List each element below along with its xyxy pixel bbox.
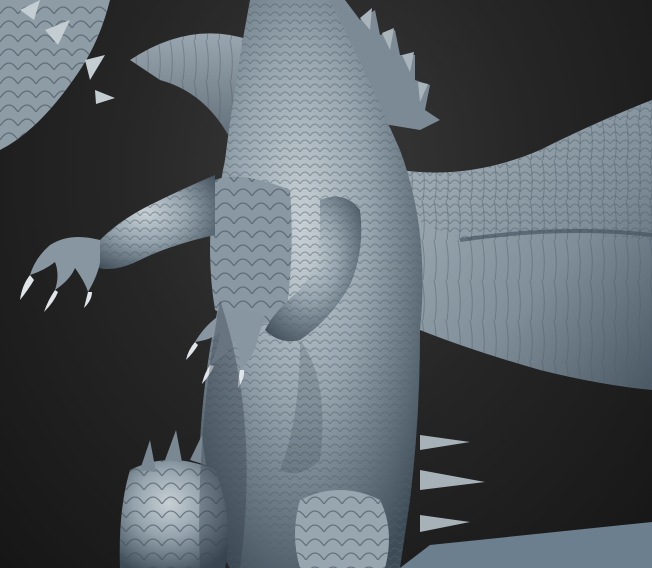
left-hand xyxy=(30,236,100,292)
side-spikes xyxy=(420,435,485,532)
dragon-sculpt-render xyxy=(0,0,652,568)
sculpt-viewport xyxy=(0,0,652,568)
floor-plane xyxy=(400,522,652,568)
left-claws xyxy=(20,275,92,312)
